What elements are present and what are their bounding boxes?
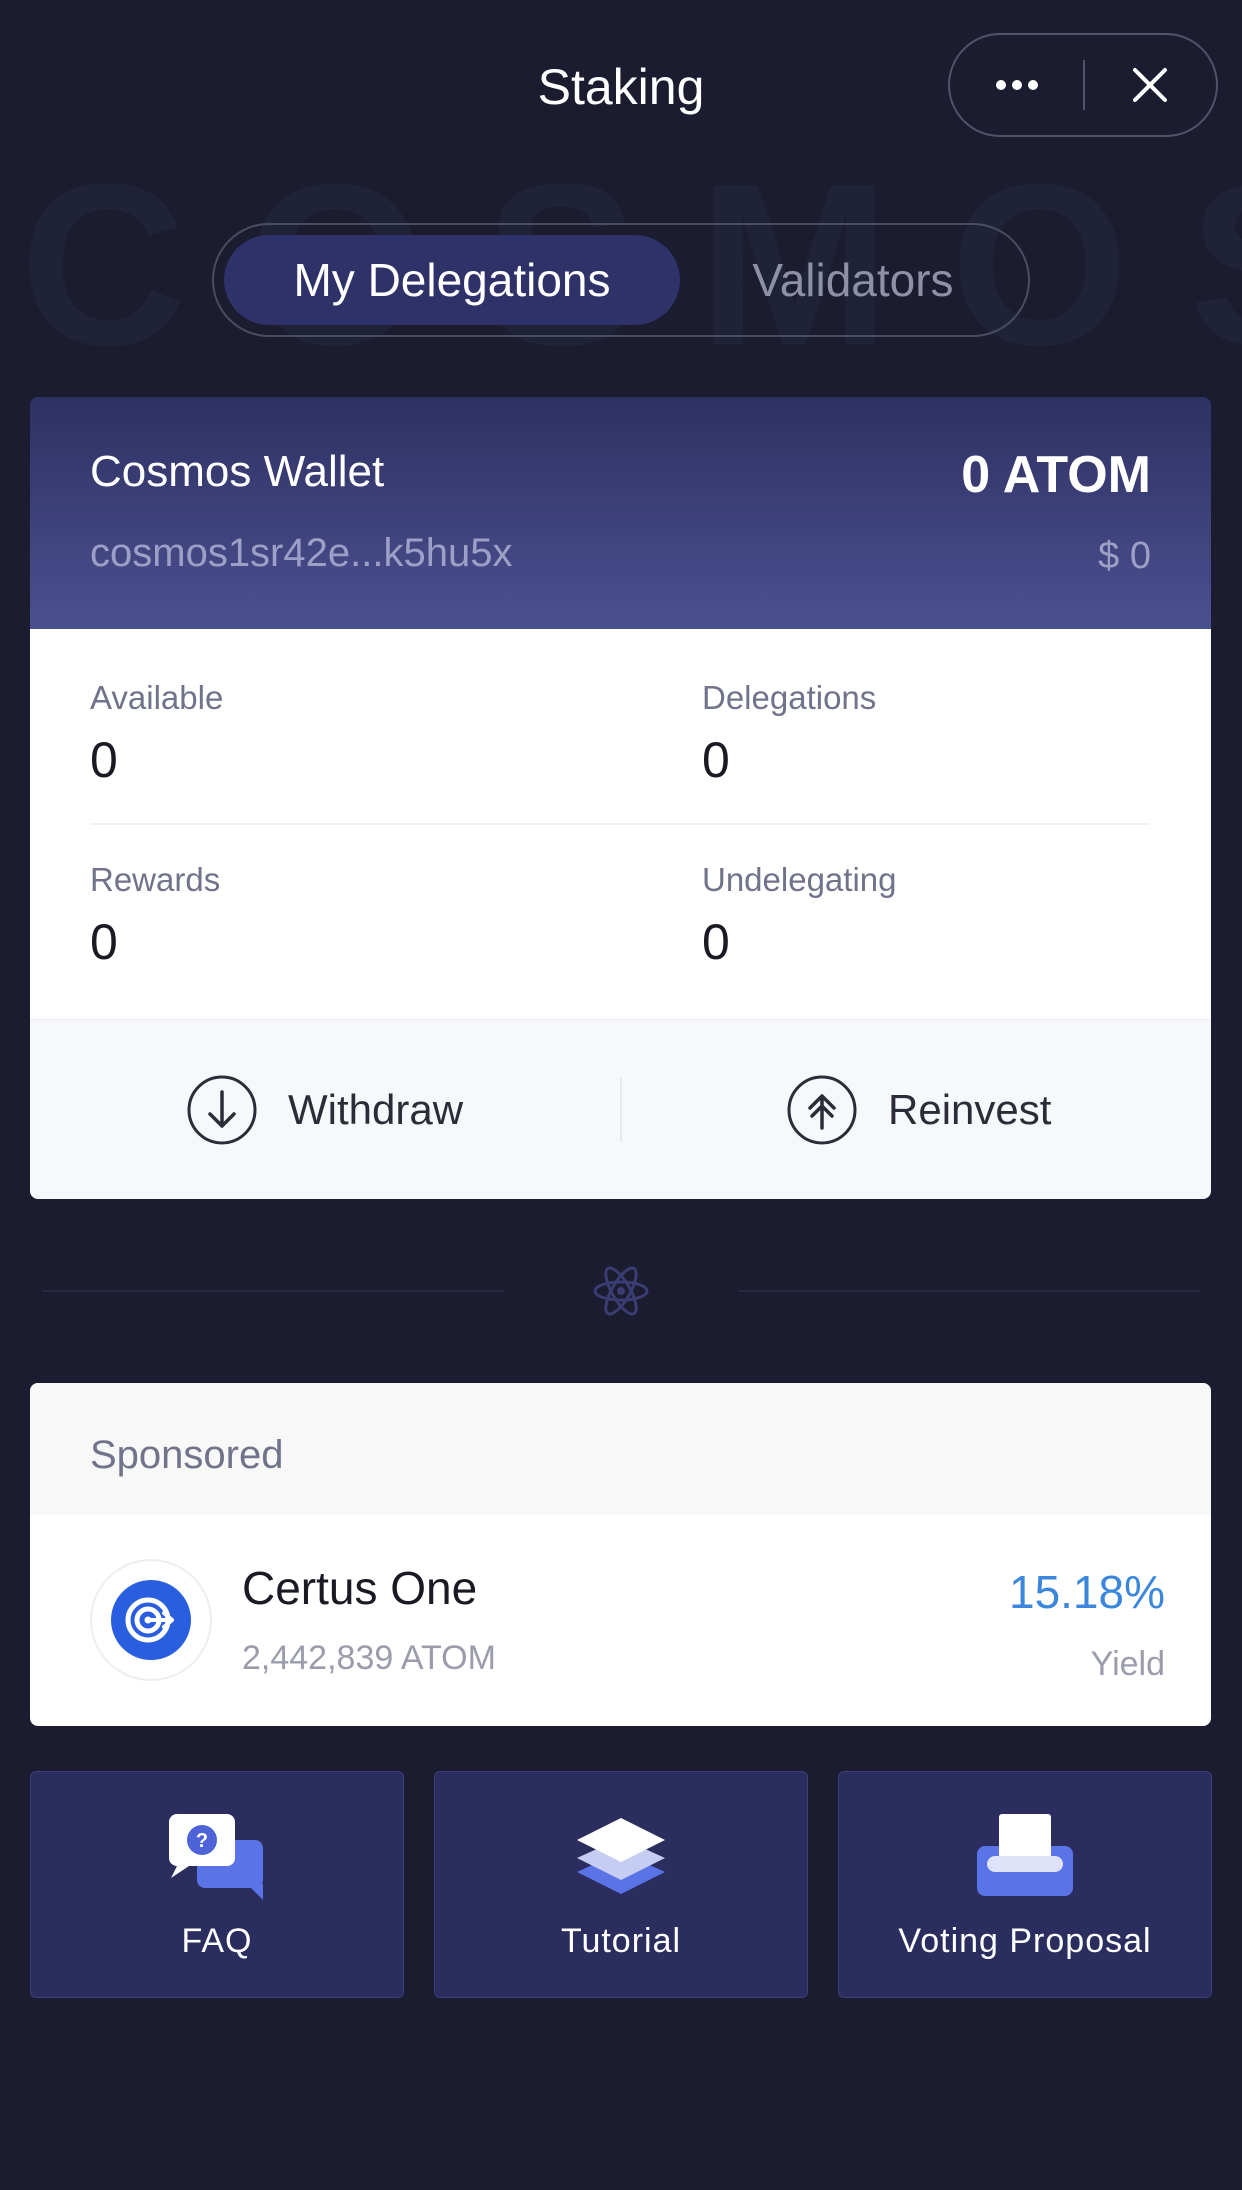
validator-stake: 2,442,839 ATOM [242, 1639, 496, 1677]
reinvest-label: Reinvest [888, 1086, 1052, 1133]
layers-icon [577, 1818, 665, 1894]
rewards-value: 0 [90, 914, 118, 970]
mini-program-capsule [948, 33, 1218, 137]
voting-proposal-label: Voting Proposal [898, 1922, 1152, 1960]
withdraw-label: Withdraw [288, 1086, 464, 1133]
faq-tile[interactable]: ? FAQ [30, 1771, 404, 1998]
available-value: 0 [90, 732, 118, 788]
wallet-name: Cosmos Wallet [90, 447, 385, 496]
sponsored-validator-row[interactable]: Certus One 2,442,839 ATOM 15.18% Yield [30, 1515, 1211, 1726]
rewards-label: Rewards [90, 861, 221, 898]
more-button[interactable] [950, 35, 1083, 135]
separator-line-left [42, 1290, 504, 1292]
wallet-address[interactable]: cosmos1sr42e...k5hu5x [90, 531, 512, 576]
close-button[interactable] [1085, 35, 1216, 135]
tab-validators[interactable]: Validators [688, 235, 1018, 325]
actions-divider [620, 1078, 622, 1142]
undelegating-value: 0 [702, 914, 730, 970]
wallet-card-header: Cosmos Wallet 0 ATOM cosmos1sr42e...k5hu… [30, 397, 1211, 629]
voting-proposal-tile[interactable]: Voting Proposal [838, 1771, 1212, 1998]
svg-text:?: ? [196, 1830, 208, 1852]
undelegating-label: Undelegating [702, 861, 897, 898]
tutorial-tile[interactable]: Tutorial [434, 1771, 808, 1998]
double-arrow-up-circle-icon [787, 1075, 857, 1145]
validator-avatar [90, 1559, 212, 1681]
separator-line-right [738, 1290, 1200, 1292]
reinvest-button[interactable]: Reinvest [786, 1020, 1051, 1200]
tab-my-delegations[interactable]: My Delegations [224, 235, 680, 325]
faq-chat-icon: ? [169, 1814, 263, 1900]
validator-name: Certus One [242, 1562, 478, 1614]
wallet-actions: Withdraw Reinvest [30, 1019, 1211, 1199]
certus-one-logo-icon [111, 1580, 191, 1660]
withdraw-button[interactable]: Withdraw [186, 1020, 463, 1200]
faq-label: FAQ [181, 1922, 253, 1960]
delegation-tabs: My Delegations Validators [212, 223, 1030, 337]
atom-icon [593, 1266, 649, 1316]
ballot-box-icon [977, 1814, 1073, 1896]
yield-label: Yield [1090, 1645, 1165, 1683]
delegations-value: 0 [702, 732, 730, 788]
wallet-balance: 0 ATOM [961, 446, 1151, 504]
sponsored-header: Sponsored [30, 1383, 1211, 1515]
tutorial-label: Tutorial [560, 1922, 682, 1960]
delegations-label: Delegations [702, 679, 877, 716]
sponsored-card: Sponsored Certus One 2,442,839 ATOM 15.1… [30, 1383, 1211, 1726]
available-label: Available [90, 679, 224, 716]
staking-page: COSMOS Staking My Delegations Validators… [0, 0, 1242, 2190]
more-dots-icon [995, 80, 1038, 90]
close-icon [1133, 68, 1168, 102]
wallet-usd-value: $ 0 [1098, 535, 1151, 577]
arrow-down-circle-icon [187, 1075, 257, 1145]
validator-yield: 15.18% [1008, 1566, 1165, 1618]
delegation-stats: Available 0 Delegations 0 Rewards 0 Unde… [30, 629, 1211, 1019]
sponsored-title: Sponsored [90, 1433, 284, 1477]
stats-divider [90, 823, 1150, 825]
